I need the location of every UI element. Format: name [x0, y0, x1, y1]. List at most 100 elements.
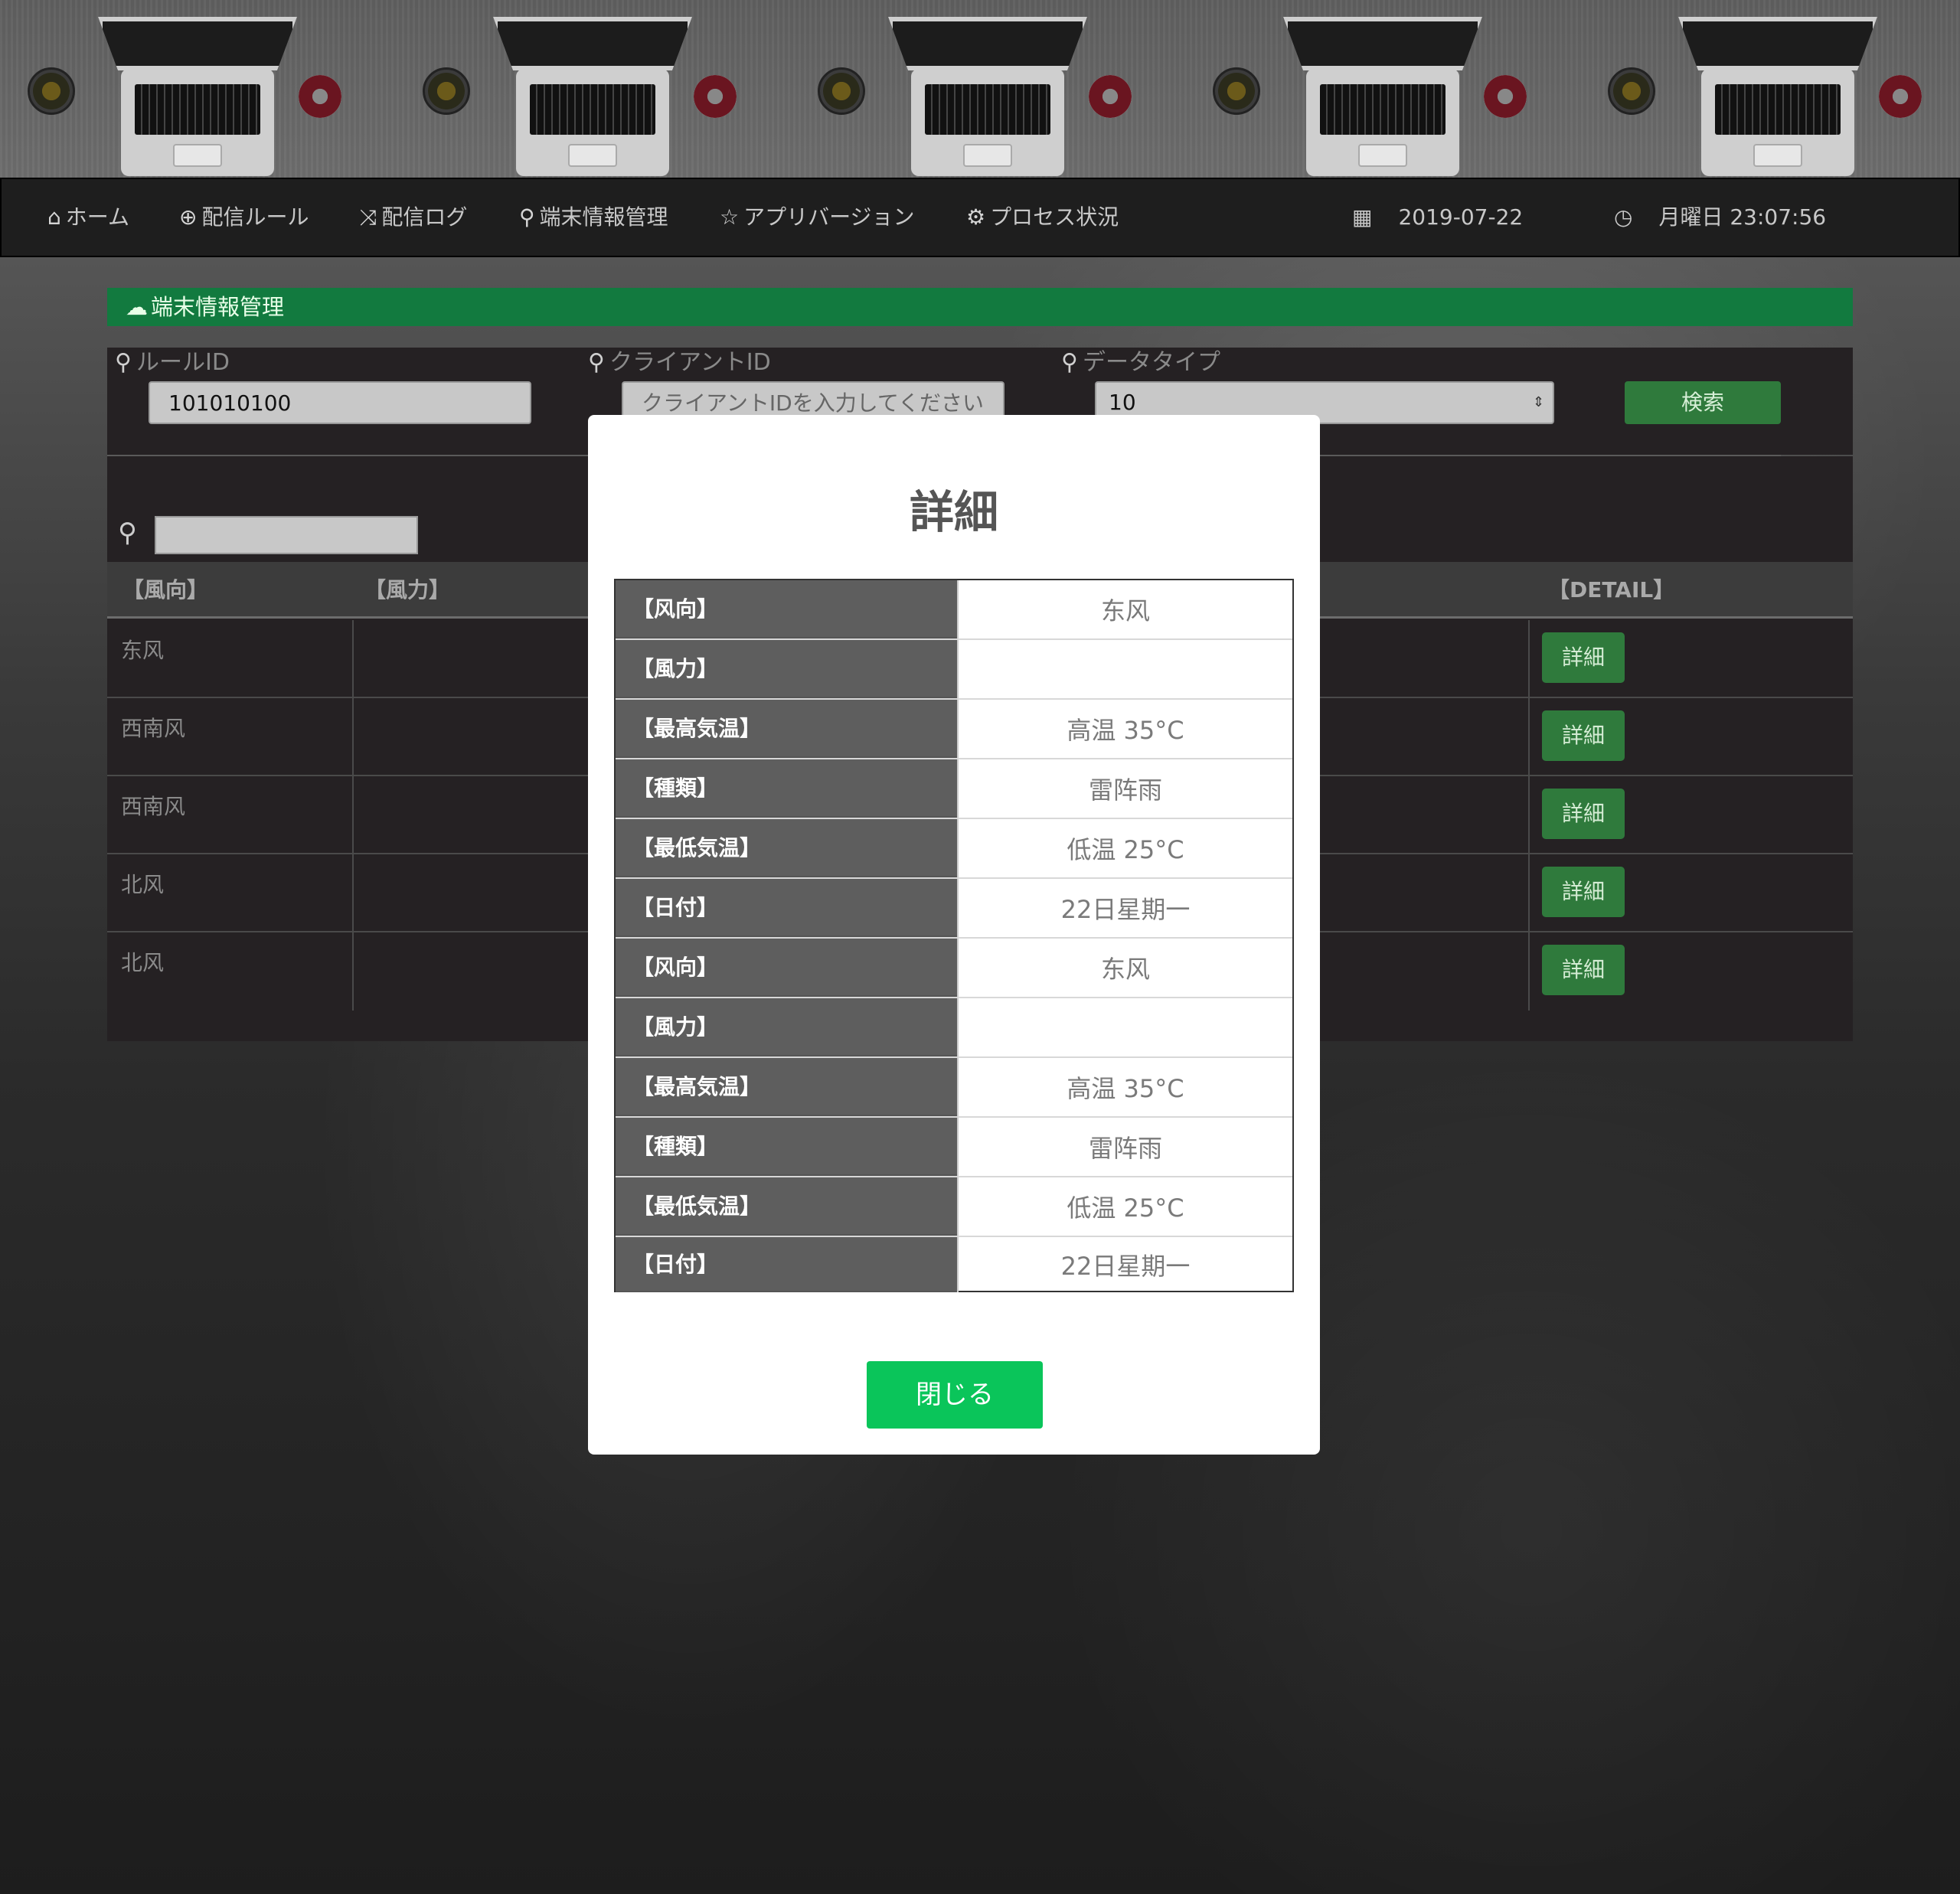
detail-button[interactable]: 詳細: [1542, 945, 1625, 995]
search-icon: ⚲: [1061, 349, 1078, 376]
modal-title: 詳細: [909, 486, 998, 538]
coffee-cup-decoration: [818, 67, 865, 115]
header-wind-power: 【風力】: [364, 577, 451, 602]
nav-time: ◷ 月曜日 23:07:56: [1614, 179, 1826, 256]
detail-button[interactable]: 詳細: [1542, 632, 1625, 683]
nav-app-version[interactable]: ☆ アプリバージョン: [720, 179, 915, 256]
data-type-label: ⚲ データタイプ: [1061, 348, 1220, 378]
modal-detail-table: 【风向】 东风 【風力】 【最高気温】 高温 35°C 【種類】 雷阵雨 【最低気温】…: [614, 579, 1294, 1292]
disk-decoration: [299, 75, 341, 118]
modal-row-key: 【风向】: [616, 939, 957, 997]
home-icon: ⌂: [47, 204, 61, 230]
modal-row-key: 【風力】: [616, 640, 957, 698]
panel-title: 端末情報管理: [151, 294, 285, 320]
nav-delivery-rule[interactable]: ⊕ 配信ルール: [179, 179, 309, 256]
cell-wind-direction: 西南风: [121, 794, 186, 819]
modal-row: 【风向】 东风: [616, 580, 1292, 640]
laptop-decoration: [888, 17, 1087, 178]
modal-row: 【日付】 22日星期一: [616, 879, 1292, 939]
cell-wind-direction: 东风: [121, 638, 165, 663]
modal-row-key: 【種類】: [616, 1118, 957, 1176]
modal-row-value: 高温 35°C: [957, 700, 1292, 758]
clock-icon: ◷: [1614, 204, 1633, 230]
disk-decoration: [1089, 75, 1132, 118]
modal-row: 【最低気温】 低温 25°C: [616, 819, 1292, 879]
modal-row: 【種類】 雷阵雨: [616, 1118, 1292, 1177]
nav-device-info[interactable]: ⚲ 端末情報管理: [519, 179, 668, 256]
panel-header: ☁ 端末情報管理: [107, 288, 1853, 326]
nav-process-status[interactable]: ⚙ プロセス状況: [966, 179, 1119, 256]
cell-wind-direction: 北风: [121, 872, 165, 897]
client-id-label: ⚲ クライアントID: [588, 348, 771, 378]
nav-delivery-log-label: 配信ログ: [381, 204, 468, 230]
laptop-decoration: [1678, 17, 1877, 178]
shuffle-icon: ⤨: [360, 204, 377, 230]
modal-row: 【風力】: [616, 998, 1292, 1058]
detail-button[interactable]: 詳細: [1542, 789, 1625, 839]
select-arrows-icon: ⇕: [1533, 394, 1545, 410]
data-type-label-text: データタイプ: [1082, 349, 1220, 376]
modal-row-value: 低温 25°C: [957, 819, 1292, 877]
modal-row: 【種類】 雷阵雨: [616, 759, 1292, 819]
laptop-decoration: [1283, 17, 1482, 178]
nav-app-version-label: アプリバージョン: [743, 204, 915, 230]
modal-row: 【最高気温】 高温 35°C: [616, 1058, 1292, 1118]
detail-button[interactable]: 詳細: [1542, 867, 1625, 917]
nav-delivery-log[interactable]: ⤨ 配信ログ: [360, 179, 467, 256]
coffee-cup-decoration: [1608, 67, 1655, 115]
modal-row-value: 东风: [957, 939, 1292, 997]
cell-wind-direction: 西南风: [121, 716, 186, 741]
data-type-select-value: 10: [1109, 390, 1136, 415]
header-banner-image: [0, 0, 1960, 178]
modal-row-value: [957, 998, 1292, 1056]
modal-row-key: 【日付】: [616, 1237, 957, 1292]
modal-row-key: 【最低気温】: [616, 1177, 957, 1236]
modal-row-value: 高温 35°C: [957, 1058, 1292, 1116]
top-navbar: ⌂ ホーム ⊕ 配信ルール ⤨ 配信ログ ⚲ 端末情報管理 ☆ アプリバージョン ⚙ プロセ…: [0, 178, 1960, 257]
nav-date: ▦ 2019-07-22: [1352, 179, 1523, 256]
search-icon: ⚲: [118, 518, 137, 548]
modal-row-value: 22日星期一: [957, 1237, 1292, 1292]
header-wind-direction: 【風向】: [122, 577, 209, 602]
close-button[interactable]: 閉じる: [867, 1361, 1043, 1429]
modal-row-value: 22日星期一: [957, 879, 1292, 937]
modal-row-key: 【最高気温】: [616, 1058, 957, 1116]
rule-id-input[interactable]: [149, 381, 531, 424]
modal-row: 【風力】: [616, 640, 1292, 700]
nav-process-status-label: プロセス状況: [990, 204, 1119, 230]
coffee-cup-decoration: [423, 67, 470, 115]
disk-decoration: [694, 75, 737, 118]
disk-decoration: [1484, 75, 1527, 118]
client-id-label-text: クライアントID: [609, 349, 771, 376]
nav-device-info-label: 端末情報管理: [539, 204, 668, 230]
rule-id-label: ⚲ ルールID: [115, 348, 230, 378]
laptop-decoration: [98, 17, 297, 178]
nav-home-label: ホーム: [65, 204, 129, 230]
star-icon: ☆: [720, 204, 740, 230]
modal-row-key: 【日付】: [616, 879, 957, 937]
coffee-cup-decoration: [1213, 67, 1260, 115]
modal-row: 【日付】 22日星期一: [616, 1237, 1292, 1292]
nav-delivery-rule-label: 配信ルール: [201, 204, 309, 230]
modal-row: 【风向】 东风: [616, 939, 1292, 998]
detail-button[interactable]: 詳細: [1542, 710, 1625, 761]
search-icon: ⚲: [588, 349, 605, 376]
calendar-icon: ▦: [1352, 204, 1373, 230]
disk-decoration: [1879, 75, 1922, 118]
cloud-icon: ☁: [126, 294, 148, 320]
modal-row-key: 【最高気温】: [616, 700, 957, 758]
modal-row-key: 【風力】: [616, 998, 957, 1056]
gear-icon: ⚙: [966, 204, 986, 230]
nav-date-value: 2019-07-22: [1398, 204, 1524, 230]
header-detail: 【DETAIL】: [1548, 577, 1675, 602]
nav-time-value: 月曜日 23:07:56: [1658, 204, 1827, 230]
modal-row: 【最低気温】 低温 25°C: [616, 1177, 1292, 1237]
table-filter-input[interactable]: [155, 516, 418, 554]
modal-row-key: 【種類】: [616, 759, 957, 818]
zoom-icon: ⊕: [179, 204, 198, 230]
search-button[interactable]: 検索: [1625, 381, 1781, 424]
nav-home[interactable]: ⌂ ホーム: [47, 179, 129, 256]
modal-row-key: 【风向】: [616, 580, 957, 638]
search-icon: ⚲: [519, 204, 535, 230]
modal-row-value: 低温 25°C: [957, 1177, 1292, 1236]
